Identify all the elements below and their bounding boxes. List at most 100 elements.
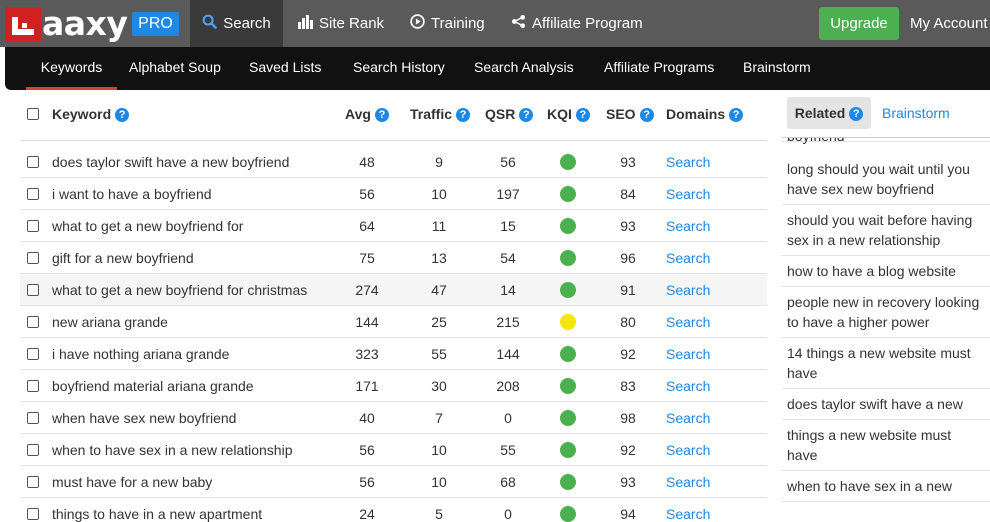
domains-search-link[interactable]: Search xyxy=(666,210,710,242)
related-item[interactable]: how to have a blog website xyxy=(782,256,990,287)
help-icon[interactable]: ? xyxy=(115,108,130,122)
domains-search-link[interactable]: Search xyxy=(666,146,710,178)
col-keyword[interactable]: Keyword? xyxy=(52,97,130,131)
col-kqi[interactable]: KQI? xyxy=(547,97,590,131)
nav-training-label: Training xyxy=(431,15,485,32)
subnav-affiliate-programs[interactable]: Affiliate Programs xyxy=(604,47,714,90)
related-item[interactable]: should you wait before having sex in a n… xyxy=(782,205,990,256)
nav-affiliate-program[interactable]: Affiliate Program xyxy=(511,0,643,47)
col-seo[interactable]: SEO? xyxy=(606,97,654,131)
domains-search-link[interactable]: Search xyxy=(666,498,710,522)
table-row[interactable]: boyfriend material ariana grande 171 30 208… xyxy=(20,370,767,402)
related-item[interactable]: does taylor swift have a new xyxy=(782,389,990,420)
related-item[interactable]: people new in recovery looking to have a… xyxy=(782,287,990,338)
col-qsr[interactable]: QSR? xyxy=(485,97,534,131)
help-icon[interactable]: ? xyxy=(639,108,654,122)
logo[interactable]: aaxy xyxy=(5,7,128,41)
table-row[interactable]: gift for a new boyfriend 75 13 54 96 Search xyxy=(20,242,767,274)
help-icon[interactable]: ? xyxy=(729,108,744,122)
table-row[interactable]: things to have in a new apartment 24 5 0 94 S… xyxy=(20,498,767,522)
row-checkbox[interactable] xyxy=(27,220,39,232)
keyword-cell[interactable]: gift for a new boyfriend xyxy=(52,242,194,274)
table-row[interactable]: new ariana grande 144 25 215 80 Search xyxy=(20,306,767,338)
row-checkbox[interactable] xyxy=(27,156,39,168)
domains-search-link[interactable]: Search xyxy=(666,178,710,210)
table-row[interactable]: what to get a new boyfriend for christma… xyxy=(20,274,767,306)
keyword-cell[interactable]: boyfriend material ariana grande xyxy=(52,370,254,402)
keyword-cell[interactable]: things to have in a new apartment xyxy=(52,498,262,522)
table-row[interactable]: i have nothing ariana grande 323 55 144 92 Se… xyxy=(20,338,767,370)
row-checkbox[interactable] xyxy=(27,476,39,488)
avg-cell: 323 xyxy=(355,346,379,362)
row-checkbox[interactable] xyxy=(27,252,39,264)
keyword-cell[interactable]: i have nothing ariana grande xyxy=(52,338,229,370)
domains-search-link[interactable]: Search xyxy=(666,274,710,306)
domains-search-link[interactable]: Search xyxy=(666,242,710,274)
traffic-cell: 10 xyxy=(431,186,447,202)
row-checkbox[interactable] xyxy=(27,348,39,360)
related-item[interactable]: things a new website must have xyxy=(782,420,990,471)
keyword-cell[interactable]: does taylor swift have a new boyfriend xyxy=(52,146,289,178)
domains-search-link[interactable]: Search xyxy=(666,306,710,338)
col-traffic[interactable]: Traffic? xyxy=(410,97,471,131)
seo-cell: 84 xyxy=(620,186,636,202)
row-checkbox[interactable] xyxy=(27,508,39,520)
keyword-cell[interactable]: when have sex new boyfriend xyxy=(52,402,236,434)
help-icon[interactable]: ? xyxy=(456,108,471,122)
row-checkbox[interactable] xyxy=(27,284,39,296)
col-domains-label: Domains xyxy=(666,106,726,122)
keyword-cell[interactable]: what to get a new boyfriend for xyxy=(52,210,243,242)
related-item[interactable]: 14 things a new website must have xyxy=(782,338,990,389)
nav-search[interactable]: Search xyxy=(190,0,283,47)
upgrade-button[interactable]: Upgrade xyxy=(819,7,899,40)
keyword-cell[interactable]: what to get a new boyfriend for christma… xyxy=(52,274,307,306)
seo-cell: 92 xyxy=(620,442,636,458)
table-row[interactable]: what to get a new boyfriend for 64 11 15 93 S… xyxy=(20,210,767,242)
keyword-cell[interactable]: must have for a new baby xyxy=(52,466,212,498)
col-avg[interactable]: Avg? xyxy=(345,97,389,131)
row-checkbox[interactable] xyxy=(27,188,39,200)
table-row[interactable]: does taylor swift have a new boyfriend 48… xyxy=(20,146,767,178)
subnav-saved-lists[interactable]: Saved Lists xyxy=(249,47,321,90)
select-all-checkbox[interactable] xyxy=(27,108,39,120)
domains-search-link[interactable]: Search xyxy=(666,434,710,466)
row-checkbox[interactable] xyxy=(27,444,39,456)
keyword-cell[interactable]: when to have sex in a new relationship xyxy=(52,434,292,466)
help-icon[interactable]: ? xyxy=(519,108,534,122)
avg-cell: 75 xyxy=(359,250,375,266)
table-row[interactable]: when have sex new boyfriend 40 7 0 98 Search xyxy=(20,402,767,434)
related-item[interactable]: long should you wait until you have sex … xyxy=(782,154,990,205)
help-icon[interactable]: ? xyxy=(849,107,864,121)
keyword-cell[interactable]: i want to have a boyfriend xyxy=(52,178,212,210)
related-item[interactable]: when to have sex in a new xyxy=(782,471,990,502)
help-icon[interactable]: ? xyxy=(575,108,590,122)
subnav-search-analysis[interactable]: Search Analysis xyxy=(474,47,574,90)
keyword-cell[interactable]: new ariana grande xyxy=(52,306,168,338)
tab-related[interactable]: Related? xyxy=(787,97,871,129)
domains-search-link[interactable]: Search xyxy=(666,370,710,402)
nav-site-rank[interactable]: Site Rank xyxy=(298,0,384,47)
subnav-keywords[interactable]: Keywords xyxy=(26,47,117,90)
keyword-table-header: Keyword? Avg? Traffic? QSR? KQI? SEO? Do… xyxy=(20,97,767,131)
related-item[interactable]: boyfriend xyxy=(782,138,990,144)
row-checkbox[interactable] xyxy=(27,412,39,424)
subnav-alphabet-soup[interactable]: Alphabet Soup xyxy=(129,47,221,90)
row-checkbox[interactable] xyxy=(27,316,39,328)
tab-brainstorm[interactable]: Brainstorm xyxy=(882,97,950,129)
table-row[interactable]: when to have sex in a new relationship 56… xyxy=(20,434,767,466)
nav-training[interactable]: Training xyxy=(410,0,485,47)
subnav-brainstorm[interactable]: Brainstorm xyxy=(743,47,811,90)
domains-search-link[interactable]: Search xyxy=(666,466,710,498)
row-checkbox[interactable] xyxy=(27,380,39,392)
domains-search-link[interactable]: Search xyxy=(666,402,710,434)
qsr-cell: 56 xyxy=(500,154,516,170)
my-account-menu[interactable]: My Account xyxy=(910,0,988,47)
col-domains[interactable]: Domains? xyxy=(666,97,744,131)
table-row[interactable]: must have for a new baby 56 10 68 93 Search xyxy=(20,466,767,498)
qsr-cell: 55 xyxy=(500,442,516,458)
nav-site-rank-label: Site Rank xyxy=(319,15,385,32)
subnav-search-history[interactable]: Search History xyxy=(353,47,445,90)
table-row[interactable]: i want to have a boyfriend 56 10 197 84 Searc… xyxy=(20,178,767,210)
domains-search-link[interactable]: Search xyxy=(666,338,710,370)
help-icon[interactable]: ? xyxy=(374,108,389,122)
